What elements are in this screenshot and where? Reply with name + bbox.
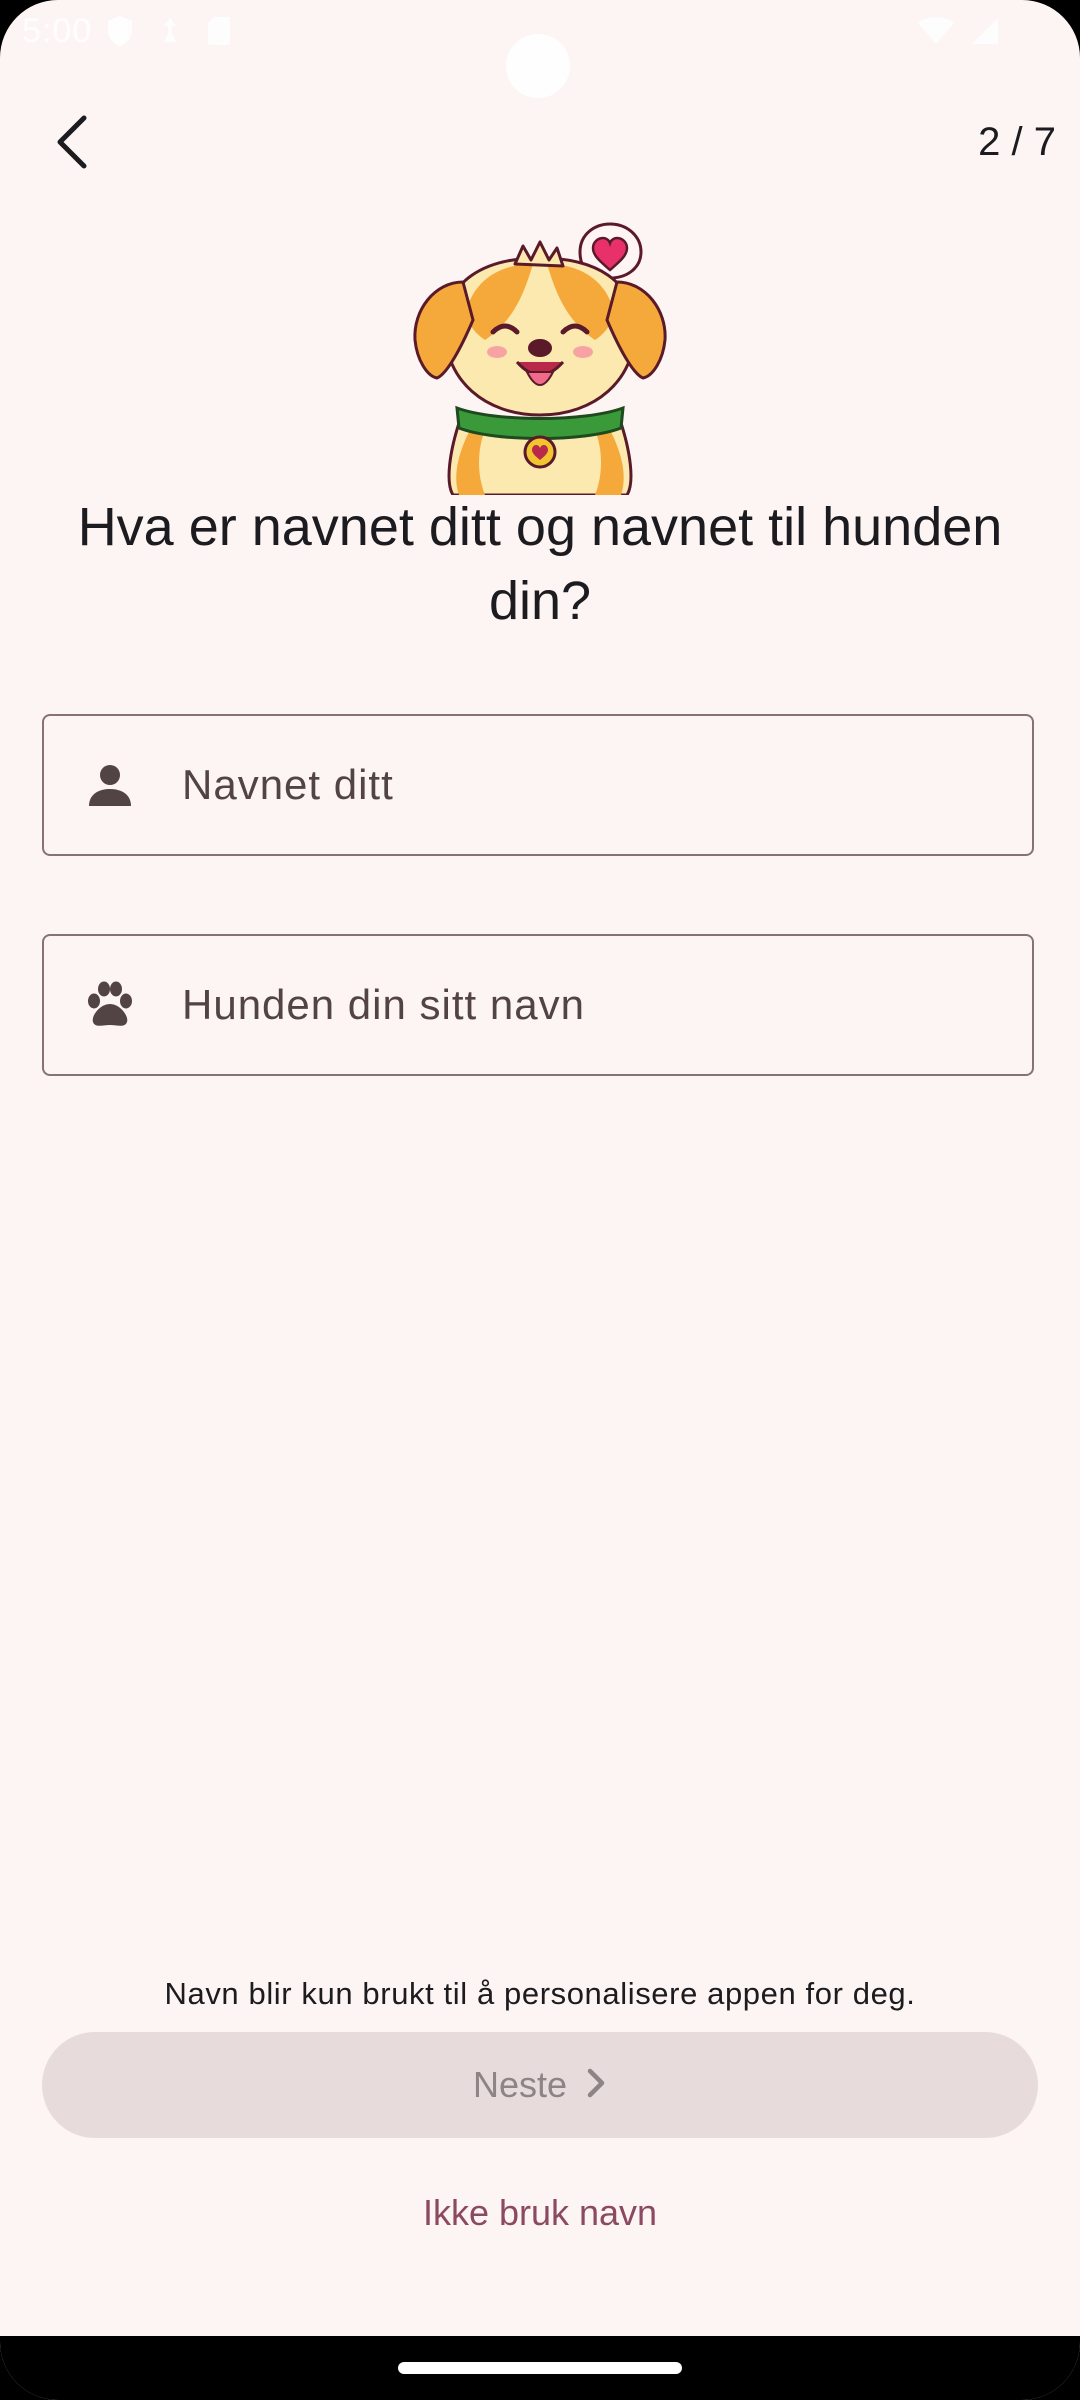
- back-button[interactable]: [36, 106, 112, 182]
- skip-names-link[interactable]: Ikke bruk navn: [340, 2178, 740, 2248]
- onboarding-screen: 5:00 2 / 7 Hva er navnet ditt og navnet …: [0, 0, 1080, 2400]
- camera-cutout: [506, 34, 570, 98]
- dog-name-input[interactable]: [180, 936, 1012, 1074]
- home-indicator[interactable]: [398, 2362, 682, 2374]
- step-counter: 2 / 7: [978, 120, 1056, 164]
- person-icon: [82, 757, 138, 813]
- status-icons-right: [916, 14, 1000, 53]
- navigation-bar: [0, 2336, 1080, 2400]
- paw-icon: [82, 977, 138, 1033]
- dog-name-field[interactable]: [42, 934, 1034, 1076]
- arrow-back-icon: [52, 114, 96, 175]
- shield-icon: [106, 14, 134, 53]
- next-button[interactable]: Neste: [42, 2032, 1038, 2138]
- chevron-right-icon: [585, 2067, 607, 2104]
- owner-name-input[interactable]: [180, 716, 1012, 854]
- owner-name-field[interactable]: [42, 714, 1034, 856]
- status-bar: 5:00: [0, 0, 1080, 98]
- sd-card-icon: [206, 14, 232, 53]
- dog-illustration: [405, 220, 675, 497]
- privacy-helper-text: Navn blir kun brukt til å personalisere …: [164, 1976, 916, 2011]
- next-button-label: Neste: [472, 2064, 568, 2105]
- cell-signal-icon: [970, 14, 1000, 53]
- wifi-icon: [916, 14, 956, 53]
- signal-sim-icon: [158, 14, 182, 53]
- status-icons-left: [106, 14, 232, 53]
- page-title: Hva er navnet ditt og navnet til hunden …: [77, 497, 1003, 631]
- status-time: 5:00: [22, 12, 93, 50]
